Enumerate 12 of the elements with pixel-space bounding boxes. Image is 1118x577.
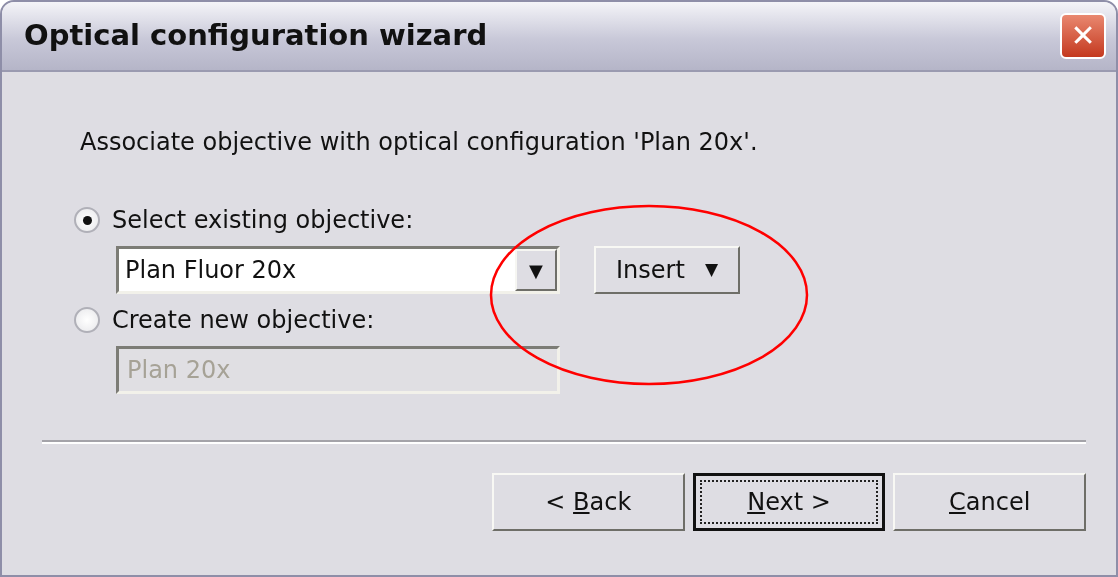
dropdown-field[interactable]: Plan Fluor 20x ▼ bbox=[116, 246, 560, 294]
radio-label: Create new objective: bbox=[112, 305, 375, 336]
wizard-button[interactable]: Cancel bbox=[893, 473, 1086, 531]
instruction-text: Associate objective with optical configuration 'Plan 20x'. bbox=[80, 127, 759, 158]
window-title: Optical configuration wizard bbox=[24, 17, 488, 55]
radio-button[interactable] bbox=[74, 207, 100, 233]
wizard-button[interactable]: Next > bbox=[692, 473, 886, 531]
close-button[interactable]: ✕ bbox=[1060, 13, 1106, 59]
wizard-button[interactable]: < Back bbox=[492, 473, 685, 531]
insert-button[interactable]: Insert ▼ bbox=[594, 246, 740, 294]
dropdown-button[interactable]: ▼ bbox=[515, 249, 557, 291]
radio-label: Select existing objective: bbox=[112, 205, 414, 236]
